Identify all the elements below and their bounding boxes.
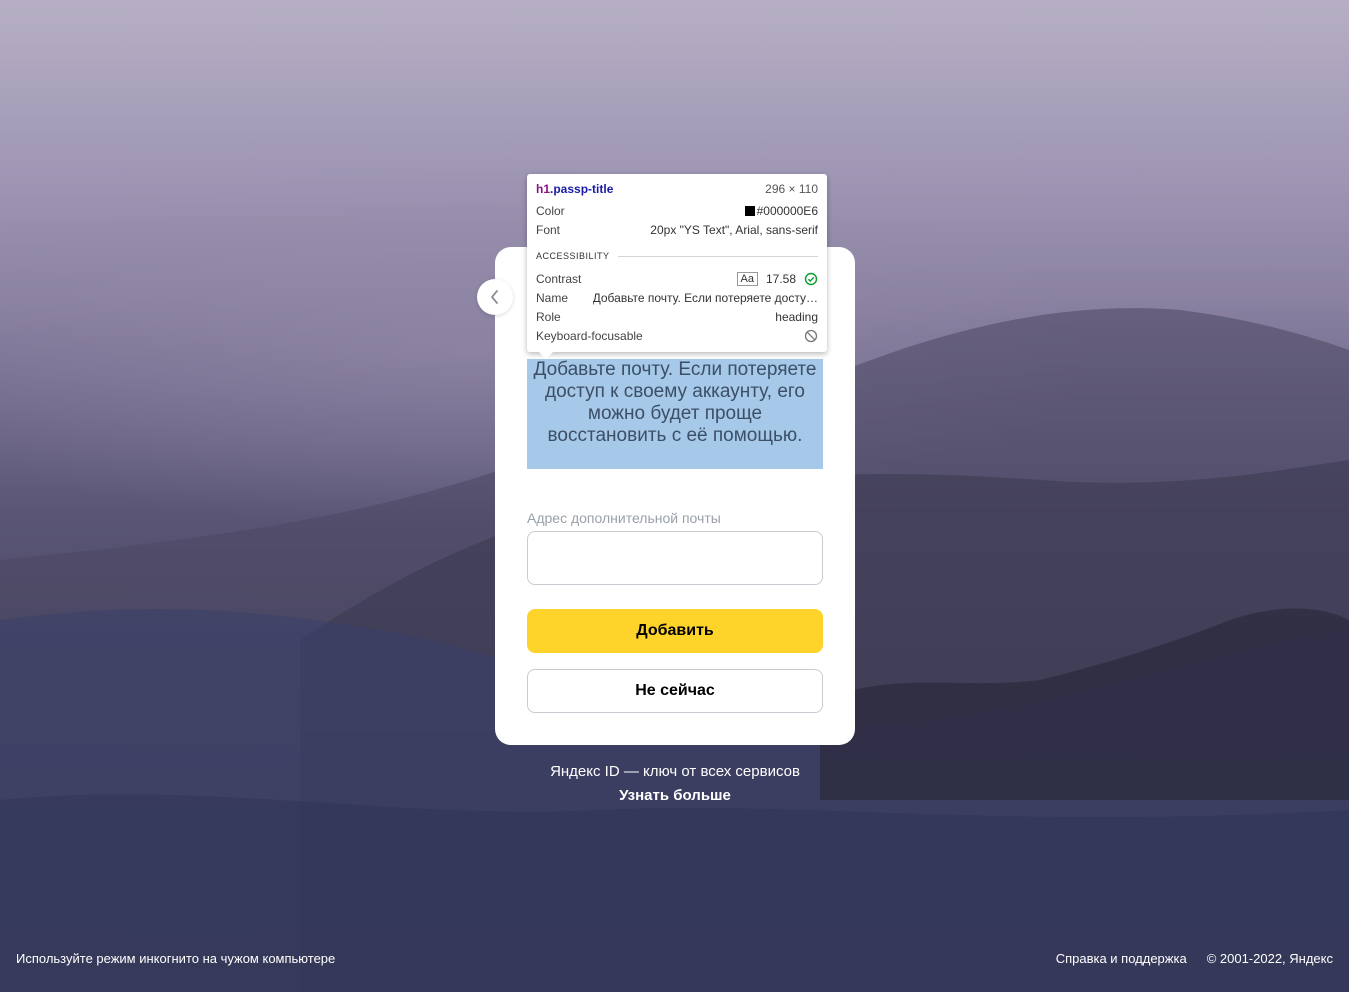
no-entry-icon	[804, 329, 818, 343]
name-value: Добавьте почту. Если потеряете досту…	[592, 291, 818, 305]
chevron-left-icon	[491, 290, 498, 304]
add-button[interactable]: Добавить	[527, 609, 823, 653]
section-divider	[617, 255, 818, 257]
font-label: Font	[536, 223, 561, 237]
accessibility-section: ACCESSIBILITY	[536, 251, 818, 261]
role-value: heading	[775, 310, 818, 324]
contrast-label: Contrast	[536, 272, 582, 286]
keyboard-label: Keyboard-focusable	[536, 329, 643, 343]
promo-block: Яндекс ID — ключ от всех сервисов Узнать…	[495, 760, 855, 808]
contrast-value: 17.58	[765, 272, 796, 286]
tooltip-name-row: Name Добавьте почту. Если потеряете дост…	[536, 289, 818, 307]
tooltip-color-row: Color #000000E6	[536, 202, 818, 220]
help-link[interactable]: Справка и поддержка	[1056, 951, 1187, 966]
devtools-inspect-tooltip: h1.passp-title 296 × 110 Color #000000E6…	[527, 174, 827, 352]
learn-more-link[interactable]: Узнать больше	[495, 784, 855, 808]
accessibility-title: ACCESSIBILITY	[536, 251, 610, 261]
role-label: Role	[536, 310, 561, 324]
tooltip-arrow	[538, 351, 554, 359]
selector-tag: h1	[536, 182, 551, 196]
color-label: Color	[536, 204, 565, 218]
tooltip-keyboard-row: Keyboard-focusable	[536, 327, 818, 345]
color-swatch-icon	[744, 206, 755, 216]
name-label: Name	[536, 291, 569, 305]
incognito-hint: Используйте режим инкогнито на чужом ком…	[16, 951, 336, 966]
promo-text: Яндекс ID — ключ от всех сервисов	[550, 763, 800, 780]
footer-links: Справка и поддержка © 2001-2022, Яндекс	[1056, 951, 1333, 966]
check-circle-icon	[804, 272, 818, 286]
copyright: © 2001-2022, Яндекс	[1206, 951, 1333, 966]
tooltip-font-row: Font 20px "YS Text", Arial, sans-serif	[536, 221, 818, 239]
tooltip-role-row: Role heading	[536, 308, 818, 326]
email-field-label: Адрес дополнительной почты	[527, 510, 721, 526]
email-field[interactable]	[527, 531, 823, 585]
selector-class: .passp-title	[550, 182, 614, 196]
tooltip-header: h1.passp-title 296 × 110	[536, 180, 818, 198]
not-now-button[interactable]: Не сейчас	[527, 669, 823, 713]
element-size: 296 × 110	[765, 182, 818, 196]
color-value: #000000E6	[756, 204, 818, 218]
back-button[interactable]	[477, 279, 513, 315]
tooltip-contrast-row: Contrast Aa 17.58	[536, 270, 818, 288]
contrast-aa-sample: Aa	[736, 272, 758, 286]
font-value: 20px "YS Text", Arial, sans-serif	[650, 223, 818, 237]
page-title: Добавьте почту. Если потеряете доступ к …	[533, 359, 817, 446]
